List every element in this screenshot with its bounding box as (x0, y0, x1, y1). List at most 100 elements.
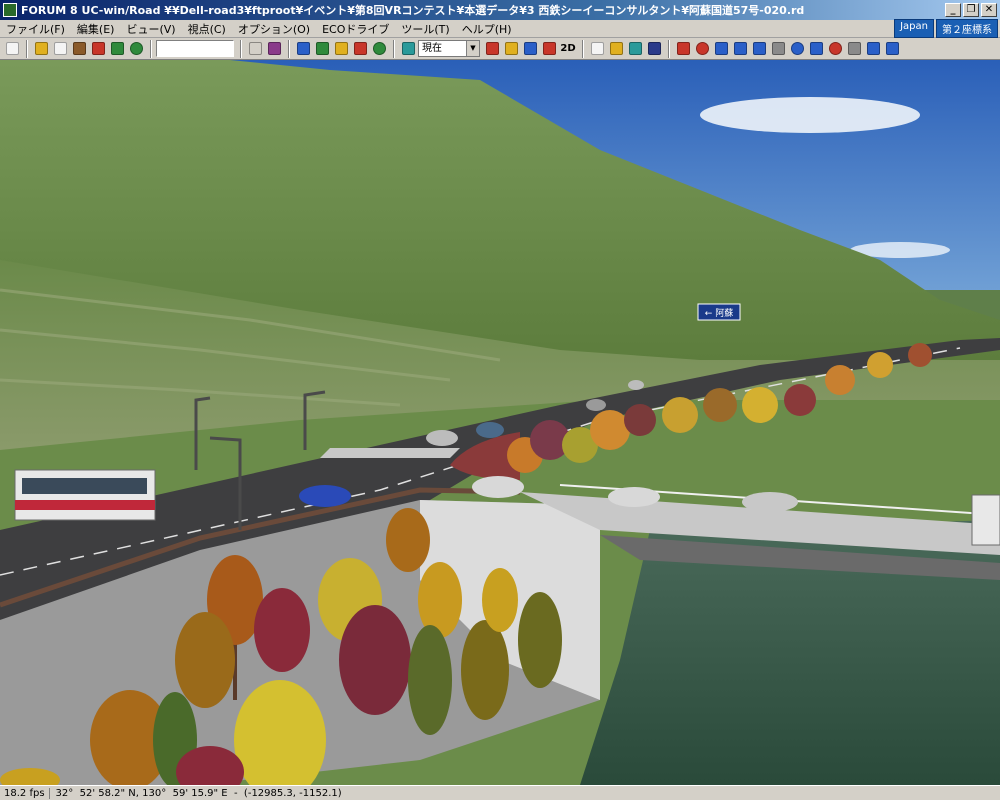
road-edit-icon (34, 42, 48, 55)
car-icon (866, 42, 880, 55)
rewind-icon (523, 42, 537, 55)
car (742, 492, 798, 512)
toolbar-separator (582, 39, 584, 58)
menu-view[interactable]: ビュー(V) (120, 21, 181, 37)
title-bar[interactable]: FORUM 8 UC-win/Road ¥¥Dell-road3¥ftproot… (0, 0, 1000, 20)
fps-counter: 18.2 fps (0, 787, 50, 799)
save-as-button[interactable] (626, 39, 644, 58)
open-file-button[interactable] (607, 39, 625, 58)
menu-tools[interactable]: ツール(T) (395, 21, 455, 37)
coord-system-badge[interactable]: 第２座標系 (936, 19, 998, 38)
toolbar-separator (288, 39, 290, 58)
new-file-button[interactable] (588, 39, 606, 58)
cut-icon (676, 42, 690, 55)
map-button[interactable] (313, 39, 331, 58)
time-select[interactable]: 現在 ▼ (418, 40, 480, 57)
anchor-button[interactable] (712, 39, 730, 58)
search-input[interactable] (156, 40, 234, 57)
weather-button[interactable] (399, 39, 417, 58)
minimize-button[interactable]: _ (945, 3, 961, 17)
toolbar-separator (668, 39, 670, 58)
restore-button[interactable]: ❐ (963, 3, 979, 17)
globe-icon (790, 42, 804, 55)
vehicle-button[interactable] (89, 39, 107, 58)
signal-icon (110, 42, 124, 55)
window-title: FORUM 8 UC-win/Road ¥¥Dell-road3¥ftproot… (21, 4, 805, 17)
pedestrian-button[interactable] (332, 39, 350, 58)
menu-eco-drive[interactable]: ECOドライブ (316, 21, 395, 37)
new-file-icon (590, 42, 604, 55)
edit-road-button[interactable] (32, 39, 50, 58)
pause-button[interactable] (502, 39, 520, 58)
rotate-icon (695, 42, 709, 55)
mode-2d-button[interactable]: 2D (559, 39, 577, 58)
toolbar-separator (393, 39, 395, 58)
toolbar-separator (240, 39, 242, 58)
locale-badge[interactable]: Japan (894, 19, 934, 38)
move-icon (733, 42, 747, 55)
plant-icon (372, 42, 386, 55)
status-bar: 18.2 fps 32° 52' 58.2" N, 130° 59' 15.9"… (0, 785, 1000, 800)
new-road-button[interactable] (3, 39, 21, 58)
save-as-icon (628, 42, 642, 55)
paste-button[interactable] (246, 39, 264, 58)
close-button[interactable]: ✕ (981, 3, 997, 17)
menu-file[interactable]: ファイル(F) (0, 21, 71, 37)
3d-viewport[interactable]: ← 阿蘇 (0, 60, 1000, 785)
traffic-cone-button[interactable] (351, 39, 369, 58)
weather-icon (401, 42, 415, 55)
document-icon (5, 42, 19, 55)
move-button[interactable] (731, 39, 749, 58)
menu-edit[interactable]: 編集(E) (71, 21, 121, 37)
bus-stripe (15, 500, 155, 510)
tree-button[interactable] (127, 39, 145, 58)
car (472, 476, 524, 498)
menu-bar: ファイル(F) 編集(E) ビュー(V) 視点(C) オプション(O) ECOド… (0, 19, 1000, 38)
book-icon (267, 42, 281, 55)
bus (971, 494, 1000, 546)
rotate-button[interactable] (693, 39, 711, 58)
anchor-icon (714, 42, 728, 55)
signal-button[interactable] (108, 39, 126, 58)
flag-button[interactable] (540, 39, 558, 58)
pan-button[interactable] (769, 39, 787, 58)
pause-icon (504, 42, 518, 55)
app-icon (3, 3, 17, 17)
rewind-button[interactable] (521, 39, 539, 58)
coordinates-readout: 32° 52' 58.2" N, 130° 59' 15.9" E - (-12… (55, 787, 342, 799)
menu-options[interactable]: オプション(O) (232, 21, 316, 37)
scenery-icon (296, 42, 310, 55)
drive-button[interactable] (864, 39, 882, 58)
bicycle-button[interactable] (883, 39, 901, 58)
resize-button[interactable] (750, 39, 768, 58)
car (608, 487, 660, 507)
save-button[interactable] (645, 39, 663, 58)
crosswalk (320, 448, 460, 458)
pause-sim-button[interactable] (845, 39, 863, 58)
stop-button[interactable] (826, 39, 844, 58)
record-button[interactable] (483, 39, 501, 58)
save-icon (647, 42, 661, 55)
car (586, 399, 606, 411)
toolbar-separator (150, 39, 152, 58)
cut-button[interactable] (674, 39, 692, 58)
pedestrian-icon (334, 42, 348, 55)
intersection-button[interactable] (51, 39, 69, 58)
menu-help[interactable]: ヘルプ(H) (456, 21, 518, 37)
scene-render: ← 阿蘇 (0, 60, 1000, 785)
chevron-down-icon: ▼ (466, 41, 479, 56)
menu-viewpoint[interactable]: 視点(C) (182, 21, 232, 37)
flag-icon (542, 42, 556, 55)
record-icon (485, 42, 499, 55)
car-icon (91, 42, 105, 55)
person-button[interactable] (807, 39, 825, 58)
plant-button[interactable] (370, 39, 388, 58)
bus-windows (22, 478, 147, 494)
scenery-button[interactable] (294, 39, 312, 58)
map-icon (315, 42, 329, 55)
bicycle-icon (885, 42, 899, 55)
terrain-button[interactable] (70, 39, 88, 58)
car (628, 380, 644, 390)
globe-button[interactable] (788, 39, 806, 58)
book-button[interactable] (265, 39, 283, 58)
